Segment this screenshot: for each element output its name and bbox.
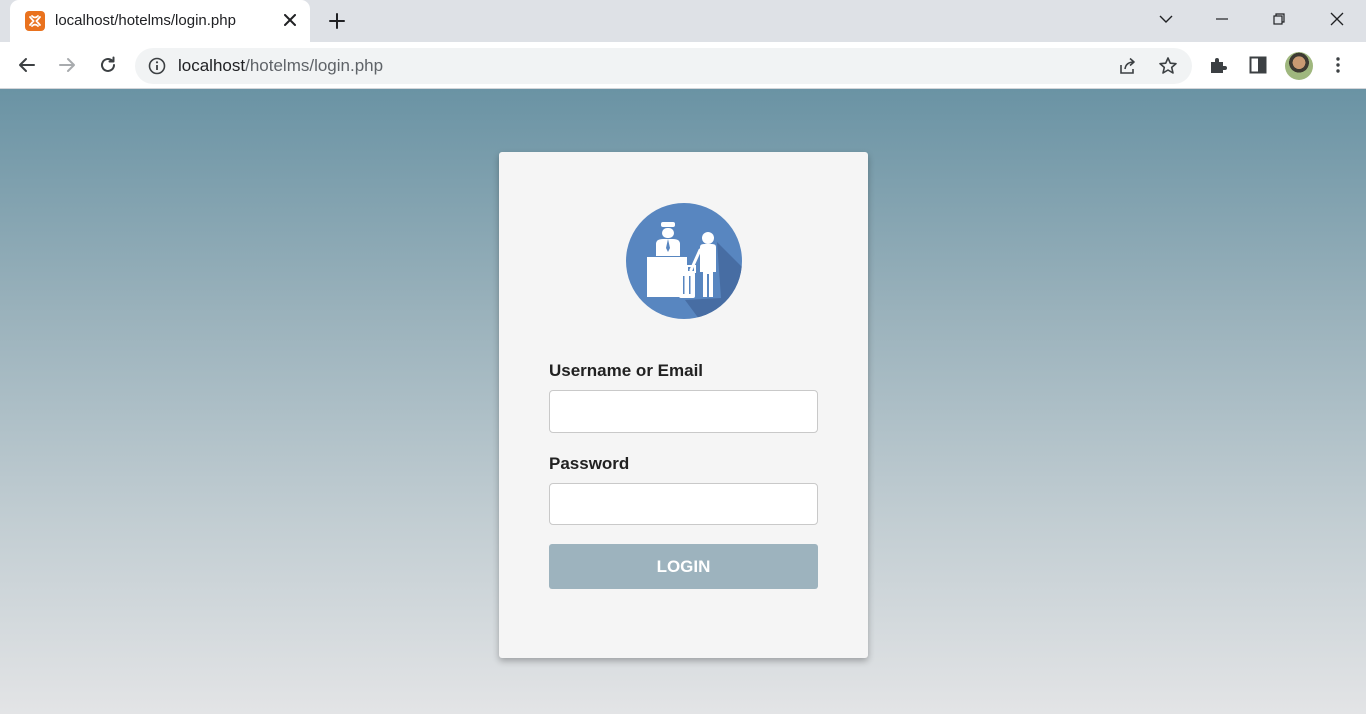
- password-label: Password: [549, 454, 630, 473]
- page-background: Username or Email Password LOGIN: [0, 89, 1366, 714]
- username-label: Username or Email: [549, 361, 704, 380]
- tab-search-chevron-icon[interactable]: [1137, 0, 1195, 38]
- tab-strip: localhost/hotelms/login.php: [0, 0, 1366, 42]
- reload-icon[interactable]: [92, 49, 124, 81]
- star-icon[interactable]: [1155, 53, 1181, 79]
- url-path: /hotelms/login.php: [245, 56, 384, 75]
- browser-toolbar: localhost/hotelms/login.php: [0, 42, 1366, 89]
- minimize-icon[interactable]: [1193, 0, 1251, 38]
- extensions-puzzle-icon[interactable]: [1202, 49, 1234, 81]
- forward-arrow-icon[interactable]: [51, 49, 83, 81]
- login-card: Username or Email Password LOGIN: [499, 152, 868, 658]
- new-tab-button[interactable]: [322, 6, 352, 36]
- back-arrow-icon[interactable]: [11, 49, 43, 81]
- hotel-reception-icon: [626, 203, 742, 319]
- password-input[interactable]: [549, 483, 818, 525]
- username-input[interactable]: [549, 390, 818, 433]
- restore-icon[interactable]: [1250, 0, 1308, 38]
- tab-title: localhost/hotelms/login.php: [55, 12, 236, 29]
- share-icon[interactable]: [1115, 53, 1141, 79]
- profile-avatar[interactable]: [1285, 52, 1313, 80]
- url-host: localhost: [178, 56, 246, 75]
- address-bar[interactable]: localhost/hotelms/login.php: [135, 48, 1192, 84]
- xampp-icon: [25, 11, 45, 31]
- info-icon[interactable]: [147, 56, 167, 76]
- url-text: localhost/hotelms/login.php: [178, 56, 383, 76]
- close-icon[interactable]: [1308, 0, 1366, 38]
- close-tab-icon[interactable]: [280, 10, 300, 30]
- kebab-menu-icon[interactable]: [1322, 49, 1354, 81]
- side-panel-icon[interactable]: [1242, 49, 1274, 81]
- browser-tab[interactable]: localhost/hotelms/login.php: [10, 0, 310, 42]
- login-button[interactable]: LOGIN: [549, 544, 818, 589]
